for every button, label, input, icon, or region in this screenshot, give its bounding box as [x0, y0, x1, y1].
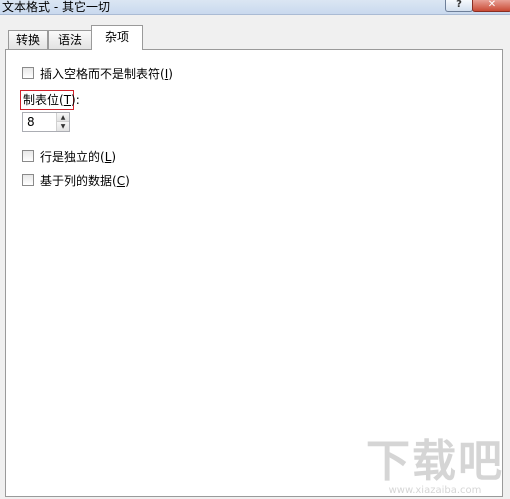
line-independent-label: 行是独立的(L): [40, 149, 117, 164]
line-independent-checkbox[interactable]: [22, 150, 34, 162]
tab-stop-label: 制表位(T):: [20, 90, 80, 110]
column-based-option[interactable]: 基于列的数据(C): [22, 172, 130, 188]
watermark-logo: 下载吧 www.xiazaiba.com: [366, 439, 504, 497]
tab-conversion[interactable]: 转换: [8, 30, 48, 49]
tab-misc[interactable]: 杂项: [91, 25, 143, 50]
spin-buttons: ▲ ▼: [56, 113, 69, 131]
tab-strip: 转换 语法 杂项: [0, 24, 510, 50]
insert-spaces-checkbox[interactable]: [22, 67, 34, 79]
tab-stop-spinbox[interactable]: 8 ▲ ▼: [22, 112, 70, 132]
column-based-checkbox[interactable]: [22, 174, 34, 186]
title-bar: 文本格式 - 其它一切 ? ✕: [0, 0, 510, 15]
close-button[interactable]: ✕: [472, 0, 510, 12]
line-independent-option[interactable]: 行是独立的(L): [22, 148, 116, 164]
spin-up-icon[interactable]: ▲: [57, 113, 69, 122]
watermark-text: 下载吧: [366, 436, 504, 487]
misc-panel: 插入空格而不是制表符(I) 制表位(T): 8 ▲ ▼ 行是独立的(L) 基于列…: [5, 49, 503, 497]
help-icon: ?: [456, 0, 462, 10]
tab-stop-value[interactable]: 8: [27, 113, 35, 131]
tab-syntax[interactable]: 语法: [48, 30, 92, 49]
spin-down-icon[interactable]: ▼: [57, 122, 69, 131]
help-button[interactable]: ?: [445, 0, 473, 12]
window-title: 文本格式 - 其它一切: [2, 0, 110, 14]
insert-spaces-label: 插入空格而不是制表符(I): [40, 66, 173, 81]
column-based-label: 基于列的数据(C): [40, 173, 130, 188]
close-icon: ✕: [487, 0, 497, 10]
insert-spaces-option[interactable]: 插入空格而不是制表符(I): [22, 65, 173, 81]
